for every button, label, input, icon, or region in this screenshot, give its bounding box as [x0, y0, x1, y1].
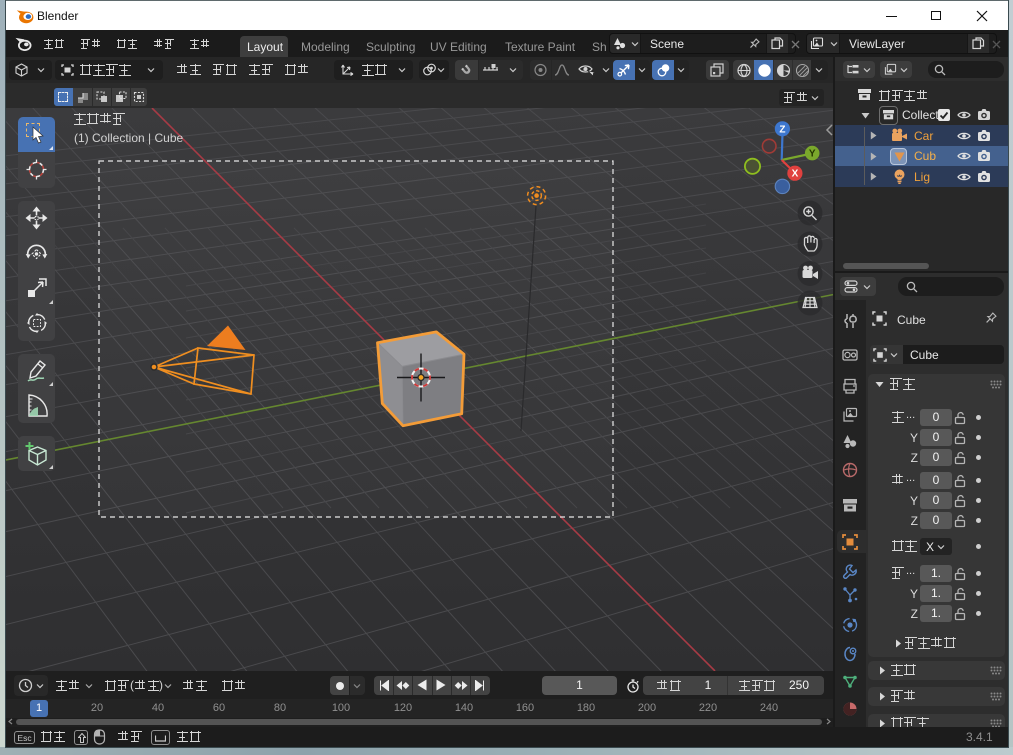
svg-text:X: X: [792, 169, 799, 180]
svg-text:Y: Y: [809, 149, 816, 160]
svg-text:Z: Z: [779, 124, 785, 135]
